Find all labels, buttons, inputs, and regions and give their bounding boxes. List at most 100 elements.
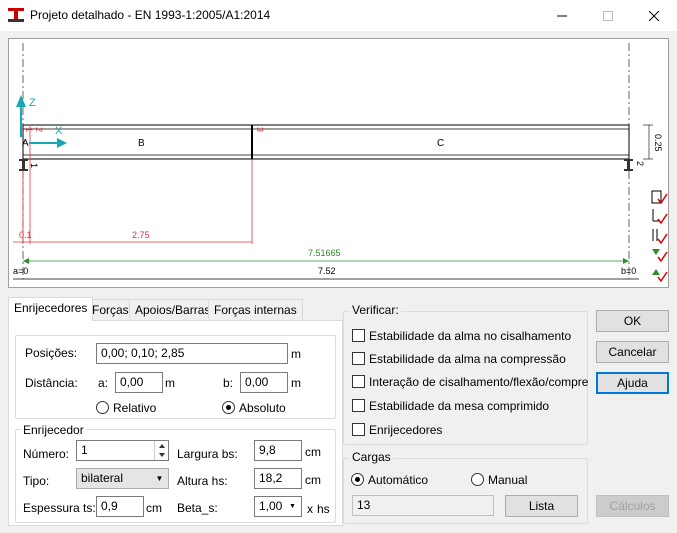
- app-logo-icon: [8, 8, 24, 22]
- absolute-radio[interactable]: [222, 401, 235, 414]
- cancel-button[interactable]: Cancelar: [596, 341, 669, 363]
- axis-z-label: Z: [29, 97, 36, 109]
- stiffener-group-title: Enrijecedor: [21, 423, 86, 437]
- relative-radio[interactable]: [96, 401, 109, 414]
- dim-green-label: 7.51665: [308, 248, 341, 258]
- verify-item-label: Enrijecedores: [369, 423, 443, 437]
- checkbox[interactable]: [352, 352, 365, 365]
- thickness-input[interactable]: 0,9: [96, 496, 144, 517]
- manual-label[interactable]: Manual: [488, 473, 527, 487]
- verify-item-compression[interactable]: Estabilidade da alma na compressão: [352, 351, 588, 374]
- type-select[interactable]: bilateral ▼: [76, 468, 169, 489]
- width-unit: cm: [305, 445, 321, 459]
- verify-item-label: Estabilidade da alma na compressão: [369, 352, 566, 366]
- b-zero-label: b=0: [621, 266, 636, 276]
- view-stiffener-icon: [652, 229, 668, 245]
- x-axis-icon: [29, 138, 67, 148]
- number-spinner[interactable]: 1: [76, 440, 169, 461]
- support-left-icon: [19, 159, 28, 171]
- beta-unit-x: x: [307, 502, 313, 516]
- height-label: Altura hs:: [177, 474, 228, 488]
- beta-label: Beta_s:: [177, 501, 218, 515]
- a-label: a:: [98, 376, 109, 390]
- dim-01-label: 0.1: [19, 230, 32, 240]
- verify-item-stiffeners[interactable]: Enrijecedores: [352, 422, 588, 445]
- b-label: b:: [223, 376, 234, 390]
- list-button[interactable]: Lista: [505, 495, 578, 517]
- stiffeners-panel: Posições: 0,00; 0,10; 2,85 m Distância: …: [8, 320, 343, 526]
- auto-label[interactable]: Automático: [368, 473, 428, 487]
- verify-item-shear[interactable]: Estabilidade da alma no cisalhamento: [352, 328, 588, 351]
- dim-275-label: 2.75: [132, 230, 150, 240]
- type-value: bilateral: [81, 471, 124, 485]
- width-input[interactable]: 9,8: [254, 440, 302, 461]
- stiffener-label-3: 3: [255, 127, 265, 132]
- verify-item-label: Estabilidade da mesa comprimido: [369, 399, 550, 413]
- verify-item-interaction[interactable]: Interação de cisalhamento/flexão/compres…: [352, 374, 588, 398]
- distance-label: Distância:: [25, 376, 78, 390]
- tab-supports[interactable]: Apoios/Barras: [129, 299, 217, 321]
- positions-label: Posições:: [25, 346, 78, 360]
- segment-c-label: C: [437, 138, 444, 149]
- tab-stiffeners[interactable]: Enrijecedores: [8, 297, 94, 321]
- minimize-button[interactable]: [539, 0, 585, 31]
- verify-list: Estabilidade da alma no cisalhamento Est…: [352, 328, 588, 445]
- ok-button[interactable]: OK: [596, 310, 669, 332]
- thickness-unit: cm: [146, 501, 162, 515]
- spinner-updown-icon: [159, 444, 165, 457]
- beta-unit-hs: hs: [317, 502, 330, 516]
- help-button[interactable]: Ajuda: [596, 372, 669, 394]
- diagram-toolbar: [650, 189, 668, 285]
- spinner-arrows[interactable]: [154, 441, 168, 460]
- checkbox[interactable]: [352, 399, 365, 412]
- support-right-icon: [624, 159, 633, 171]
- verify-title: Verificar:: [350, 303, 401, 317]
- a-zero-label: a=0: [13, 266, 28, 276]
- thickness-label: Espessura ts:: [23, 501, 96, 515]
- b-input[interactable]: 0,00: [240, 372, 288, 393]
- dim-total-label: 7.52: [318, 266, 336, 276]
- calculations-button[interactable]: Cálculos: [596, 495, 669, 517]
- positions-unit: m: [291, 347, 301, 361]
- chevron-down-icon: ▼: [289, 503, 296, 510]
- number-label: Número:: [23, 447, 70, 461]
- loads-value-field[interactable]: 13: [352, 495, 494, 516]
- a-input[interactable]: 0,00: [115, 372, 163, 393]
- height-input[interactable]: 18,2: [254, 468, 302, 489]
- window-title: Projeto detalhado - EN 1993-1:2005/A1:20…: [30, 8, 271, 22]
- checkbox[interactable]: [352, 375, 365, 388]
- width-label: Largura bs:: [177, 447, 238, 461]
- title-bar: Projeto detalhado - EN 1993-1:2005/A1:20…: [0, 0, 677, 31]
- segment-b-label: B: [138, 138, 145, 149]
- beta-select[interactable]: 1,00 ▼: [254, 496, 302, 517]
- positions-input[interactable]: 0,00; 0,10; 2,85: [96, 343, 288, 364]
- node-1-label: 1: [29, 163, 39, 168]
- relative-label[interactable]: Relativo: [113, 401, 156, 415]
- close-button[interactable]: [631, 0, 677, 31]
- tab-internal-forces[interactable]: Forças internas: [208, 299, 303, 321]
- node-2-label: 2: [635, 161, 645, 166]
- verify-item-label: Estabilidade da alma no cisalhamento: [369, 329, 572, 343]
- chevron-down-icon: ▼: [155, 474, 164, 483]
- b-unit: m: [291, 376, 301, 390]
- view-dim-icon: [652, 209, 668, 225]
- height-unit: cm: [305, 473, 321, 487]
- auto-radio[interactable]: [351, 473, 364, 486]
- verify-item-label: Interação de cisalhamento/flexão/compres…: [369, 375, 588, 389]
- view-load-icon: [652, 249, 668, 263]
- beam-diagram-canvas[interactable]: Z X A B C 1 2 3 1 2 0.25 0.1 2.75 7.5166…: [8, 38, 669, 288]
- number-value: 1: [81, 443, 88, 457]
- stiffener-label-1: 1: [24, 127, 34, 132]
- height-dim-label: 0.25: [653, 134, 663, 152]
- loads-title: Cargas: [350, 450, 393, 464]
- type-label: Tipo:: [23, 474, 50, 488]
- stiffener-label-2: 2: [34, 127, 44, 132]
- checkbox[interactable]: [352, 423, 365, 436]
- view-support-icon: [652, 269, 668, 283]
- checkbox[interactable]: [352, 329, 365, 342]
- verify-item-flange[interactable]: Estabilidade da mesa comprimido: [352, 398, 588, 422]
- manual-radio[interactable]: [471, 473, 484, 486]
- absolute-label[interactable]: Absoluto: [239, 401, 286, 415]
- maximize-button[interactable]: [585, 0, 631, 31]
- beam-outline: [22, 124, 630, 160]
